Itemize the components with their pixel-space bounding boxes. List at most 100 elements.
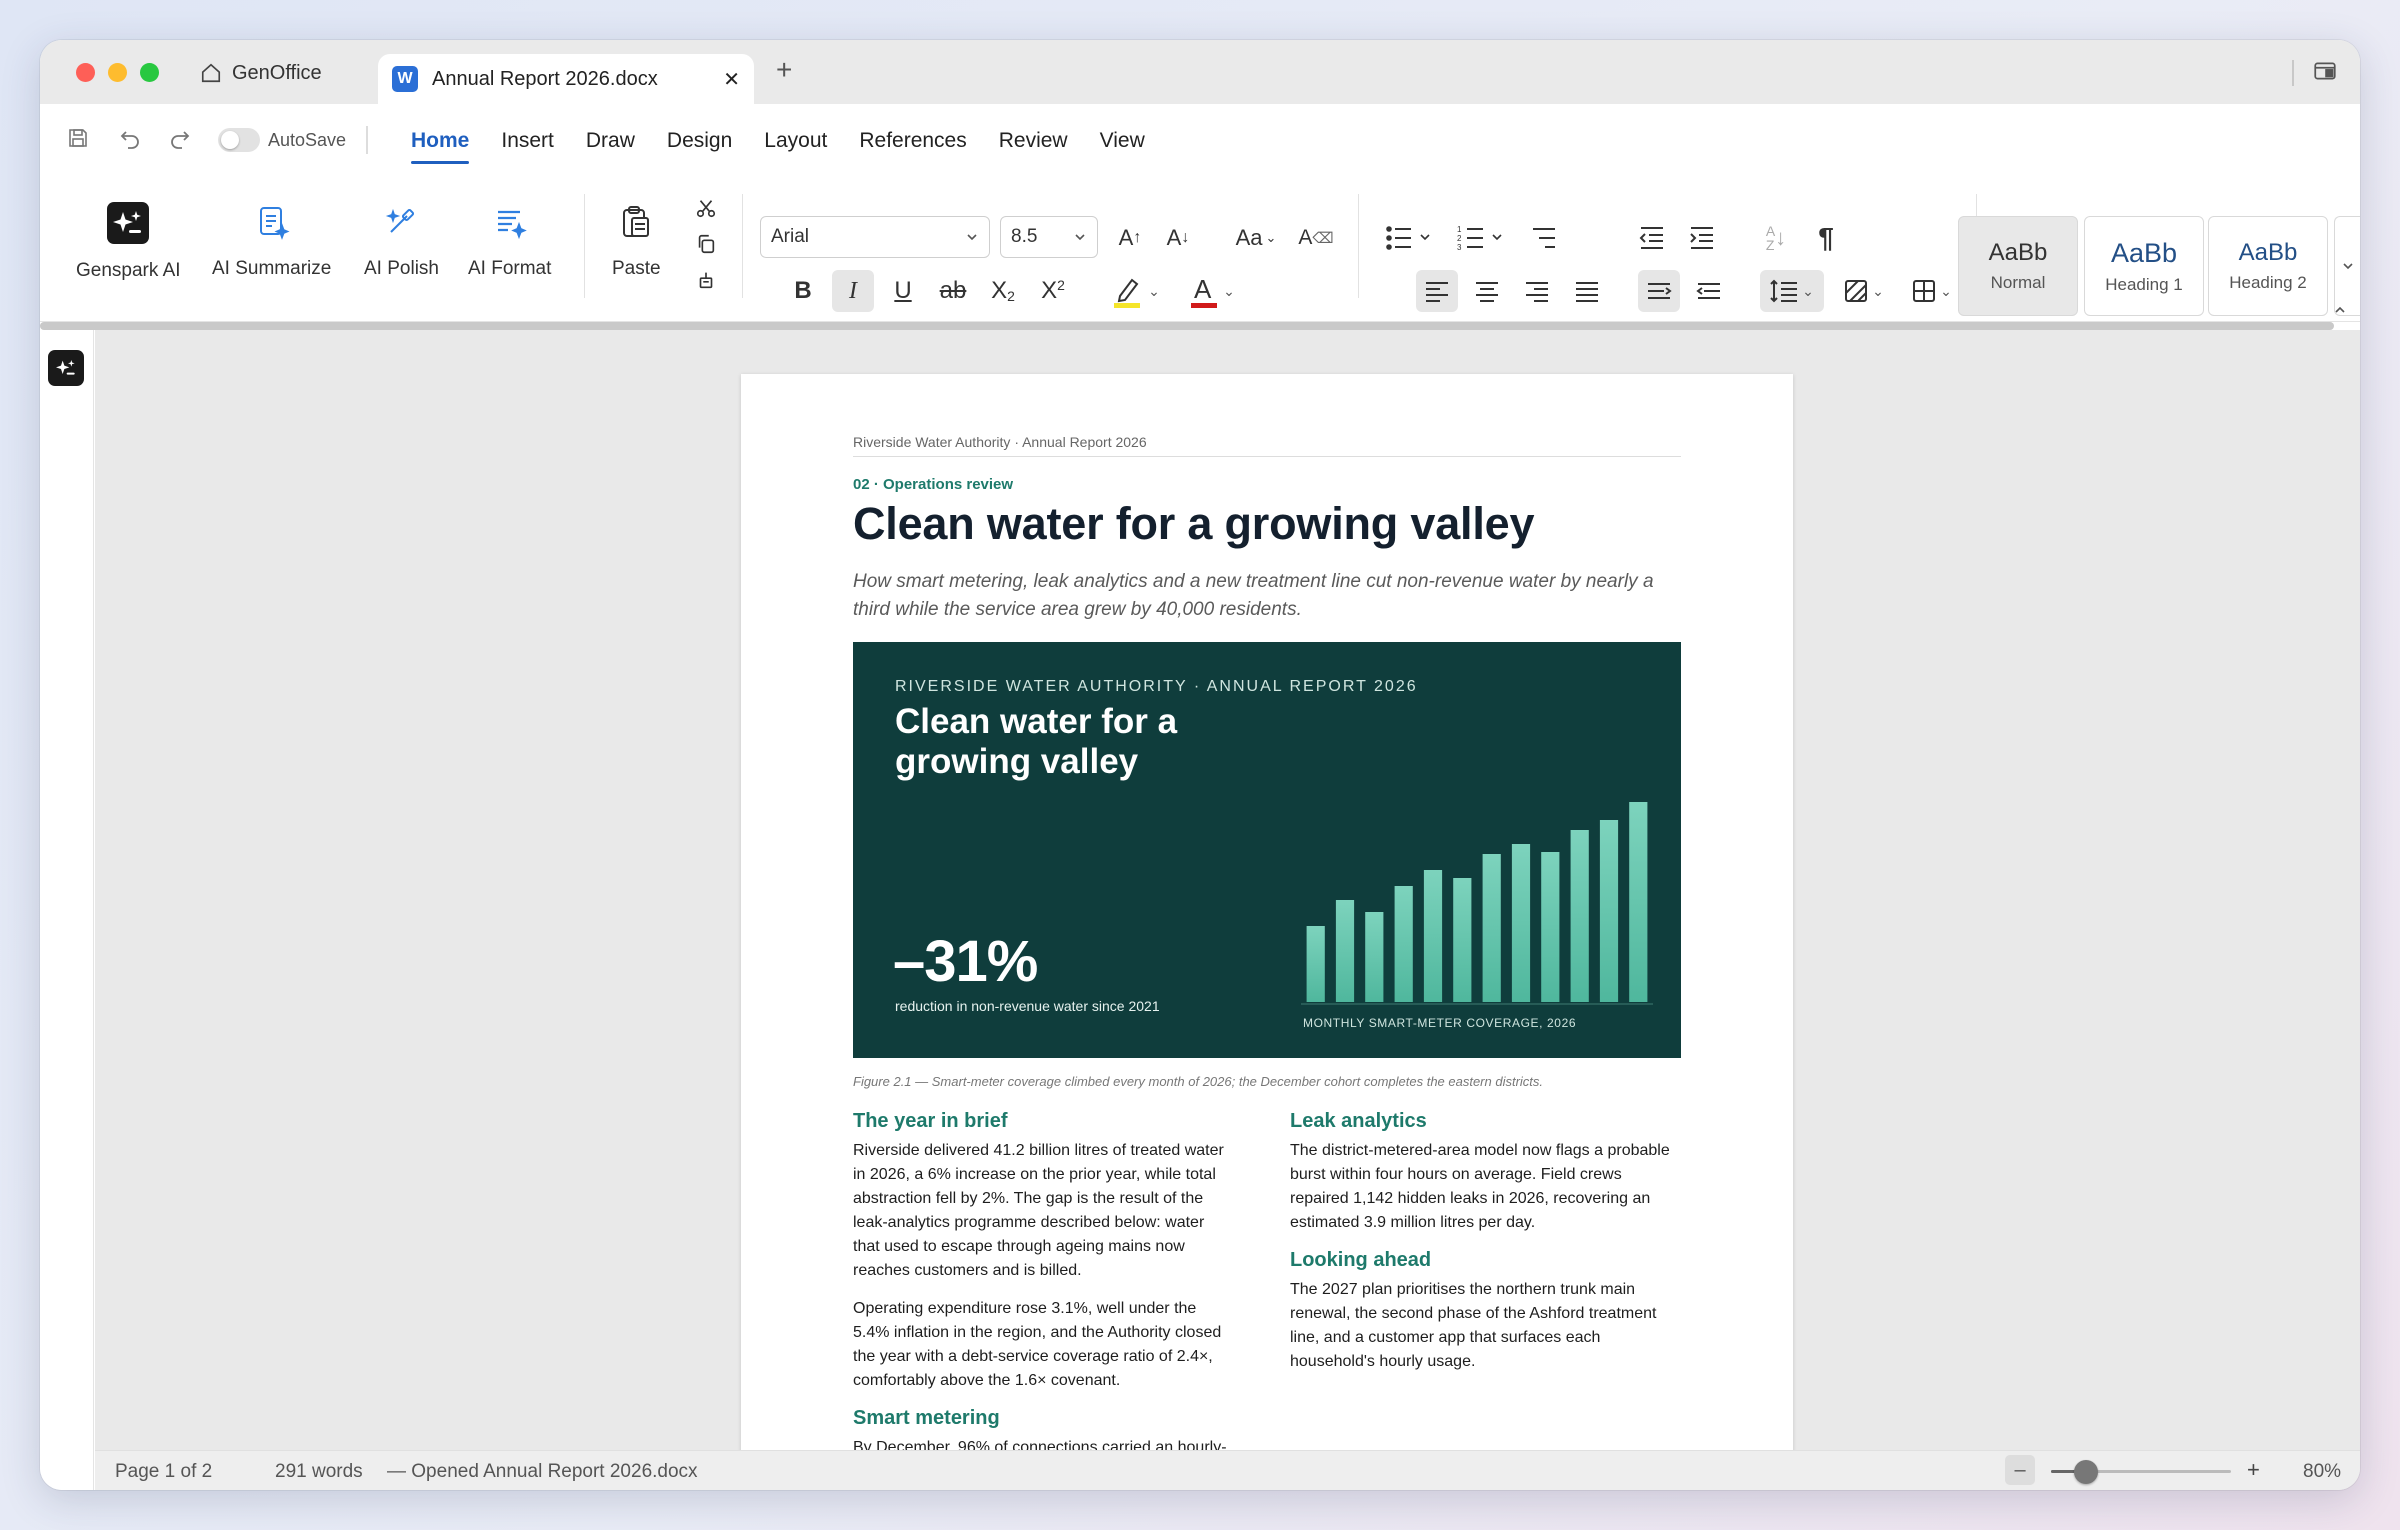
minimize-window-button[interactable] bbox=[108, 63, 127, 82]
superscript-icon[interactable]: X2 bbox=[1032, 270, 1074, 312]
zoom-slider[interactable] bbox=[2051, 1460, 2231, 1484]
highlight-color-button[interactable]: ⌄ bbox=[1104, 270, 1168, 312]
style-heading-1-preview: AaBb bbox=[2110, 237, 2178, 268]
new-tab-icon[interactable]: + bbox=[776, 54, 792, 86]
show-formatting-marks-icon[interactable]: ¶ bbox=[1806, 218, 1846, 258]
style-heading-1-label: Heading 1 bbox=[2105, 274, 2183, 294]
svg-text:A: A bbox=[1194, 274, 1212, 304]
paste-button[interactable]: Paste bbox=[612, 202, 661, 280]
zoom-percent: 80% bbox=[2303, 1461, 2342, 1482]
section-kicker: 02 · Operations review bbox=[853, 476, 1014, 493]
collapse-ribbon-icon[interactable] bbox=[2330, 300, 2350, 320]
copy-icon[interactable] bbox=[692, 230, 720, 258]
document-title: Clean water for a growing valley bbox=[853, 498, 1535, 549]
menu-layout[interactable]: Layout bbox=[748, 104, 843, 178]
undo-icon[interactable] bbox=[118, 126, 142, 155]
style-normal[interactable]: AaBb Normal bbox=[1958, 216, 2078, 316]
autosave-toggle[interactable] bbox=[218, 128, 260, 152]
ai-format-button[interactable]: AI Format bbox=[468, 202, 551, 280]
word-doc-icon: W bbox=[392, 66, 418, 92]
borders-button[interactable]: ⌄ bbox=[1904, 270, 1960, 312]
ai-summarize-button[interactable]: AI Summarize bbox=[212, 202, 331, 280]
justify-icon[interactable] bbox=[1566, 270, 1608, 312]
font-color-button[interactable]: A ⌄ bbox=[1180, 270, 1244, 312]
shrink-font-icon[interactable]: A ↓ bbox=[1158, 218, 1198, 258]
menu-design[interactable]: Design bbox=[651, 104, 748, 178]
format-painter-icon[interactable] bbox=[692, 266, 720, 294]
increase-indent-icon[interactable] bbox=[1682, 218, 1722, 258]
zoom-in-button[interactable]: + bbox=[2247, 1457, 2260, 1483]
ltr-direction-icon[interactable] bbox=[1638, 270, 1680, 312]
tab-document[interactable]: W Annual Report 2026.docx ✕ bbox=[378, 54, 754, 104]
shading-button[interactable]: ⌄ bbox=[1836, 270, 1892, 312]
grow-font-icon[interactable]: A ↑ bbox=[1110, 218, 1150, 258]
svg-text:3: 3 bbox=[1457, 243, 1462, 252]
hero-title: Clean water for a growing valley bbox=[895, 702, 1178, 781]
menu-draw[interactable]: Draw bbox=[570, 104, 651, 178]
tab-home-label: GenOffice bbox=[232, 61, 322, 84]
bold-icon[interactable]: B bbox=[782, 270, 824, 312]
ai-polish-button[interactable]: AI Polish bbox=[364, 202, 439, 280]
paragraph-year-1: Riverside delivered 41.2 billion litres … bbox=[853, 1142, 1224, 1279]
chart-bar-m3 bbox=[1365, 912, 1384, 1002]
chart-bar-m1 bbox=[1306, 926, 1325, 1002]
maximize-window-button[interactable] bbox=[140, 63, 159, 82]
autosave-label: AutoSave bbox=[268, 130, 347, 150]
style-heading-2[interactable]: AaBb Heading 2 bbox=[2208, 216, 2328, 316]
word-doc-icon-letter: W bbox=[397, 70, 413, 87]
strikethrough-icon[interactable]: ab bbox=[932, 270, 974, 312]
chart-bar-m12 bbox=[1629, 802, 1648, 1002]
menu-home[interactable]: Home bbox=[395, 104, 485, 178]
ribbon-divider bbox=[584, 194, 585, 298]
menu-references[interactable]: References bbox=[843, 104, 982, 178]
chart-bar-m2 bbox=[1335, 900, 1355, 1002]
sidebar-toggle-icon[interactable] bbox=[2312, 58, 2338, 89]
align-right-icon[interactable] bbox=[1516, 270, 1558, 312]
table-borders-icon bbox=[1913, 280, 1936, 302]
redo-icon[interactable] bbox=[168, 126, 192, 155]
cut-icon[interactable] bbox=[692, 194, 720, 222]
paragraph-leak-analytics: The district-metered-area model now flag… bbox=[1290, 1142, 1670, 1231]
align-center-icon[interactable] bbox=[1466, 270, 1508, 312]
heading-leak-analytics: Leak analytics bbox=[1290, 1110, 1427, 1132]
menu-review[interactable]: Review bbox=[983, 104, 1084, 178]
decrease-indent-icon[interactable] bbox=[1632, 218, 1672, 258]
right-column: Leak analytics The district-metered-area… bbox=[1290, 1110, 1682, 1388]
rtl-direction-icon[interactable] bbox=[1688, 270, 1730, 312]
page-count: Page 1 of 2 bbox=[115, 1461, 213, 1482]
zoom-out-button[interactable]: – bbox=[2005, 1455, 2035, 1485]
paragraph-looking-ahead: The 2027 plan prioritises the northern t… bbox=[1290, 1281, 1657, 1370]
italic-icon[interactable]: I bbox=[832, 270, 874, 312]
style-heading-1[interactable]: AaBb Heading 1 bbox=[2084, 216, 2204, 316]
zoom-slider-handle[interactable] bbox=[2074, 1460, 2099, 1484]
document-page[interactable]: Riverside Water Authority · Annual Repor… bbox=[741, 374, 1793, 1490]
font-size-select[interactable]: 8.5 bbox=[1000, 216, 1098, 258]
save-icon[interactable] bbox=[66, 126, 90, 155]
style-normal-preview: AaBb bbox=[1988, 239, 2048, 266]
menu-view[interactable]: View bbox=[1084, 104, 1161, 178]
font-family-select[interactable]: Arial bbox=[760, 216, 990, 258]
close-tab-icon[interactable]: ✕ bbox=[723, 67, 740, 92]
close-window-button[interactable] bbox=[76, 63, 95, 82]
horizontal-scrollbar[interactable] bbox=[40, 322, 2334, 330]
sort-icon[interactable]: A Z ↓ bbox=[1756, 218, 1796, 258]
underline-icon[interactable]: U bbox=[882, 270, 924, 312]
clear-formatting-icon[interactable]: A ⌫ bbox=[1296, 218, 1336, 258]
style-normal-label: Normal bbox=[1990, 273, 2046, 292]
line-spacing-button[interactable]: ⌄ bbox=[1760, 270, 1824, 312]
multilevel-list-icon[interactable] bbox=[1524, 218, 1564, 258]
genspark-panel-icon[interactable] bbox=[48, 350, 84, 386]
running-header: Riverside Water Authority · Annual Repor… bbox=[853, 434, 1681, 457]
document-canvas[interactable]: Riverside Water Authority · Annual Repor… bbox=[95, 330, 2360, 1490]
bullet-list-icon[interactable] bbox=[1380, 218, 1436, 258]
font-size-value: 8.5 bbox=[1011, 226, 1038, 247]
menu-insert[interactable]: Insert bbox=[485, 104, 570, 178]
paste-label: Paste bbox=[612, 258, 661, 279]
genspark-ai-button[interactable]: Genspark AI bbox=[76, 202, 181, 282]
numbered-list-icon[interactable]: 123 bbox=[1452, 218, 1508, 258]
tab-home[interactable]: GenOffice bbox=[200, 56, 322, 90]
change-case-icon[interactable]: Aa ⌄ bbox=[1228, 218, 1284, 258]
subscript-icon[interactable]: X2 bbox=[982, 270, 1024, 312]
format-lines-icon bbox=[497, 210, 527, 240]
align-left-icon[interactable] bbox=[1416, 270, 1458, 312]
